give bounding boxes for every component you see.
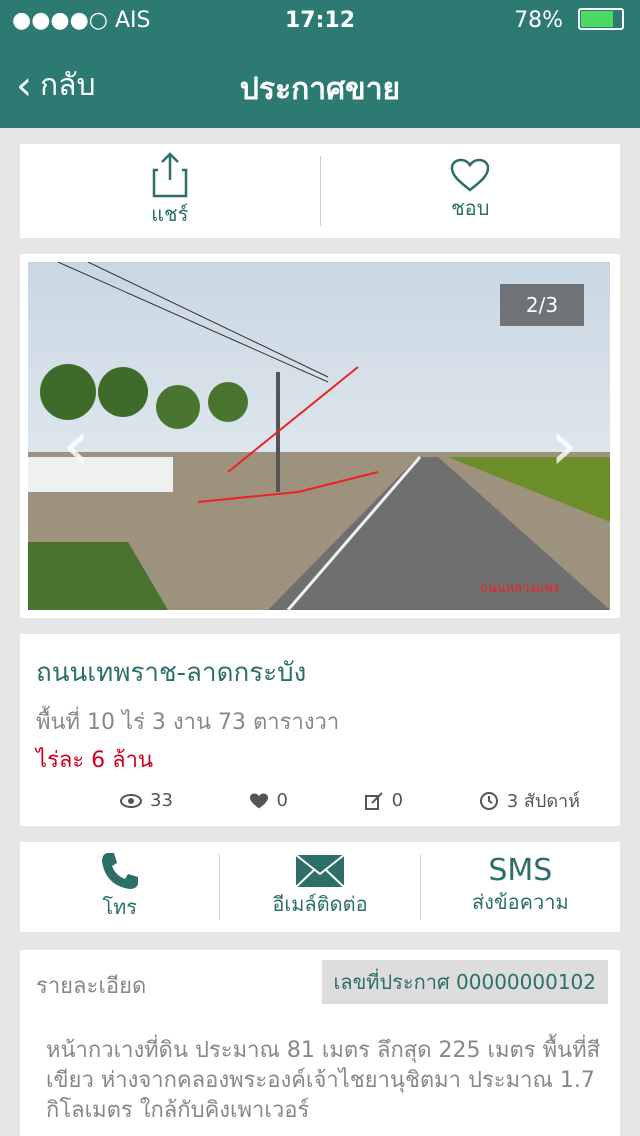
listing-age: 3 สัปดาห์: [506, 791, 580, 812]
like-button[interactable]: ชอบ: [321, 144, 621, 238]
views-count: 33: [150, 790, 173, 811]
listing-number-badge: เลขที่ประกาศ 00000000102: [321, 960, 608, 1004]
road-name-overlay: ถนนหลวงแพ่ง: [480, 581, 559, 596]
chevron-right-icon[interactable]: ›: [550, 404, 578, 486]
actions-card: แชร์ ชอบ: [20, 144, 620, 238]
battery-icon: [578, 8, 624, 30]
page-title: ประกาศขาย: [239, 72, 401, 107]
call-button[interactable]: โทร: [20, 842, 219, 932]
edits-stat: 0: [364, 786, 403, 815]
app-header: ●●●●○ AIS 17:12 78% ‹ กลับ ประกาศขาย: [0, 0, 640, 128]
listing-title: ถนนเทพราช-ลาดกระบัง: [36, 658, 307, 688]
battery-percent: 78%: [514, 8, 563, 33]
sms-button[interactable]: SMS ส่งข้อความ: [421, 842, 620, 932]
sms-label: ส่งข้อความ: [471, 890, 569, 914]
eye-icon: [120, 793, 142, 808]
share-button[interactable]: แชร์: [20, 144, 320, 238]
heart-filled-icon: [249, 793, 268, 808]
battery-status: 78%: [514, 8, 624, 33]
listing-stats: 33 0 0 3 สัปดาห์: [120, 786, 580, 815]
call-label: โทร: [102, 895, 137, 919]
details-label: รายละเอียด: [36, 974, 147, 999]
email-label: อีเมล์ติดต่อ: [272, 892, 368, 916]
clock-icon: [479, 791, 498, 810]
listing-area: พื้นที่ 10 ไร่ 3 งาน 73 ตารางวา: [36, 710, 340, 735]
edit-icon: [364, 791, 383, 810]
edits-count: 0: [391, 790, 404, 811]
listing-description: หน้ากวเางที่ดิน ประมาณ 81 เมตร ลึกสุด 22…: [46, 1038, 601, 1123]
chevron-left-icon[interactable]: ‹: [62, 404, 90, 486]
photo-gallery[interactable]: ถนนหลวงแพ่ง 2/3 ‹ ›: [20, 254, 620, 618]
views-stat: 33: [120, 786, 173, 815]
listing-info-card: ถนนเทพราช-ลาดกระบัง พื้นที่ 10 ไร่ 3 งาน…: [20, 634, 620, 826]
share-icon: [152, 152, 187, 198]
photo-counter: 2/3: [500, 284, 584, 326]
status-bar: ●●●●○ AIS 17:12 78%: [0, 8, 640, 38]
envelope-icon: [295, 854, 345, 888]
navigation-bar: ‹ กลับ ประกาศขาย: [0, 56, 640, 112]
like-label: ชอบ: [451, 196, 490, 220]
details-card: รายละเอียด เลขที่ประกาศ 00000000102 หน้า…: [20, 950, 620, 1136]
heart-icon: [450, 158, 490, 192]
likes-count: 0: [276, 790, 288, 811]
phone-icon: [101, 853, 138, 889]
likes-stat: 0: [249, 786, 288, 815]
contact-card: โทร อีเมล์ติดต่อ SMS ส่งข้อความ: [20, 842, 620, 932]
age-stat: 3 สัปดาห์: [479, 786, 580, 815]
email-button[interactable]: อีเมล์ติดต่อ: [220, 842, 419, 932]
listing-price: ไร่ละ 6 ล้าน: [36, 748, 154, 773]
sms-title: SMS: [488, 853, 553, 888]
share-label: แชร์: [151, 202, 189, 226]
